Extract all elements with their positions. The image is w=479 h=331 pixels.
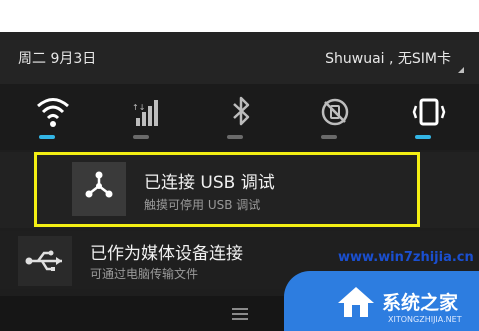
quick-setting-wifi[interactable] — [28, 90, 78, 146]
watermark-house-icon — [338, 287, 374, 317]
quick-setting-bluetooth[interactable] — [216, 90, 266, 146]
quick-setting-vibrate[interactable] — [404, 90, 454, 146]
wifi-icon — [37, 98, 69, 127]
watermark-url: www.win7zhijia.cn — [338, 250, 474, 265]
signal-indicator — [133, 135, 149, 139]
signal-bars-icon: ↑↓ — [132, 100, 158, 126]
svg-text:↑↓: ↑↓ — [132, 103, 145, 112]
bluetooth-icon — [233, 96, 250, 126]
settings-corner-icon[interactable] — [458, 67, 464, 73]
highlight-box — [34, 152, 420, 227]
wifi-active-indicator — [39, 135, 55, 139]
auto-rotate-off-icon — [321, 98, 349, 126]
quick-setting-mobile-signal[interactable]: ↑↓ — [122, 90, 172, 146]
media-device-subtitle: 可通过电脑传输文件 — [90, 267, 199, 281]
carrier-label: Shuwuai , 无SIM卡 — [325, 51, 451, 67]
date-label: 周二 9月3日 — [18, 51, 97, 67]
drag-handle-icon[interactable] — [232, 308, 248, 310]
quick-setting-auto-rotate[interactable] — [310, 90, 360, 146]
media-device-title: 已作为媒体设备连接 — [90, 244, 243, 264]
vibrate-icon — [412, 98, 446, 126]
usb-icon — [25, 250, 62, 271]
rotate-indicator — [321, 135, 337, 139]
vibrate-active-indicator — [415, 135, 431, 139]
bluetooth-indicator — [227, 135, 243, 139]
usb-icon-box — [18, 236, 72, 286]
top-white-bar — [0, 0, 479, 32]
watermark-domain: XITONGZHIJIA.NET — [388, 315, 462, 324]
watermark-brand: 系统之家 — [382, 292, 459, 314]
